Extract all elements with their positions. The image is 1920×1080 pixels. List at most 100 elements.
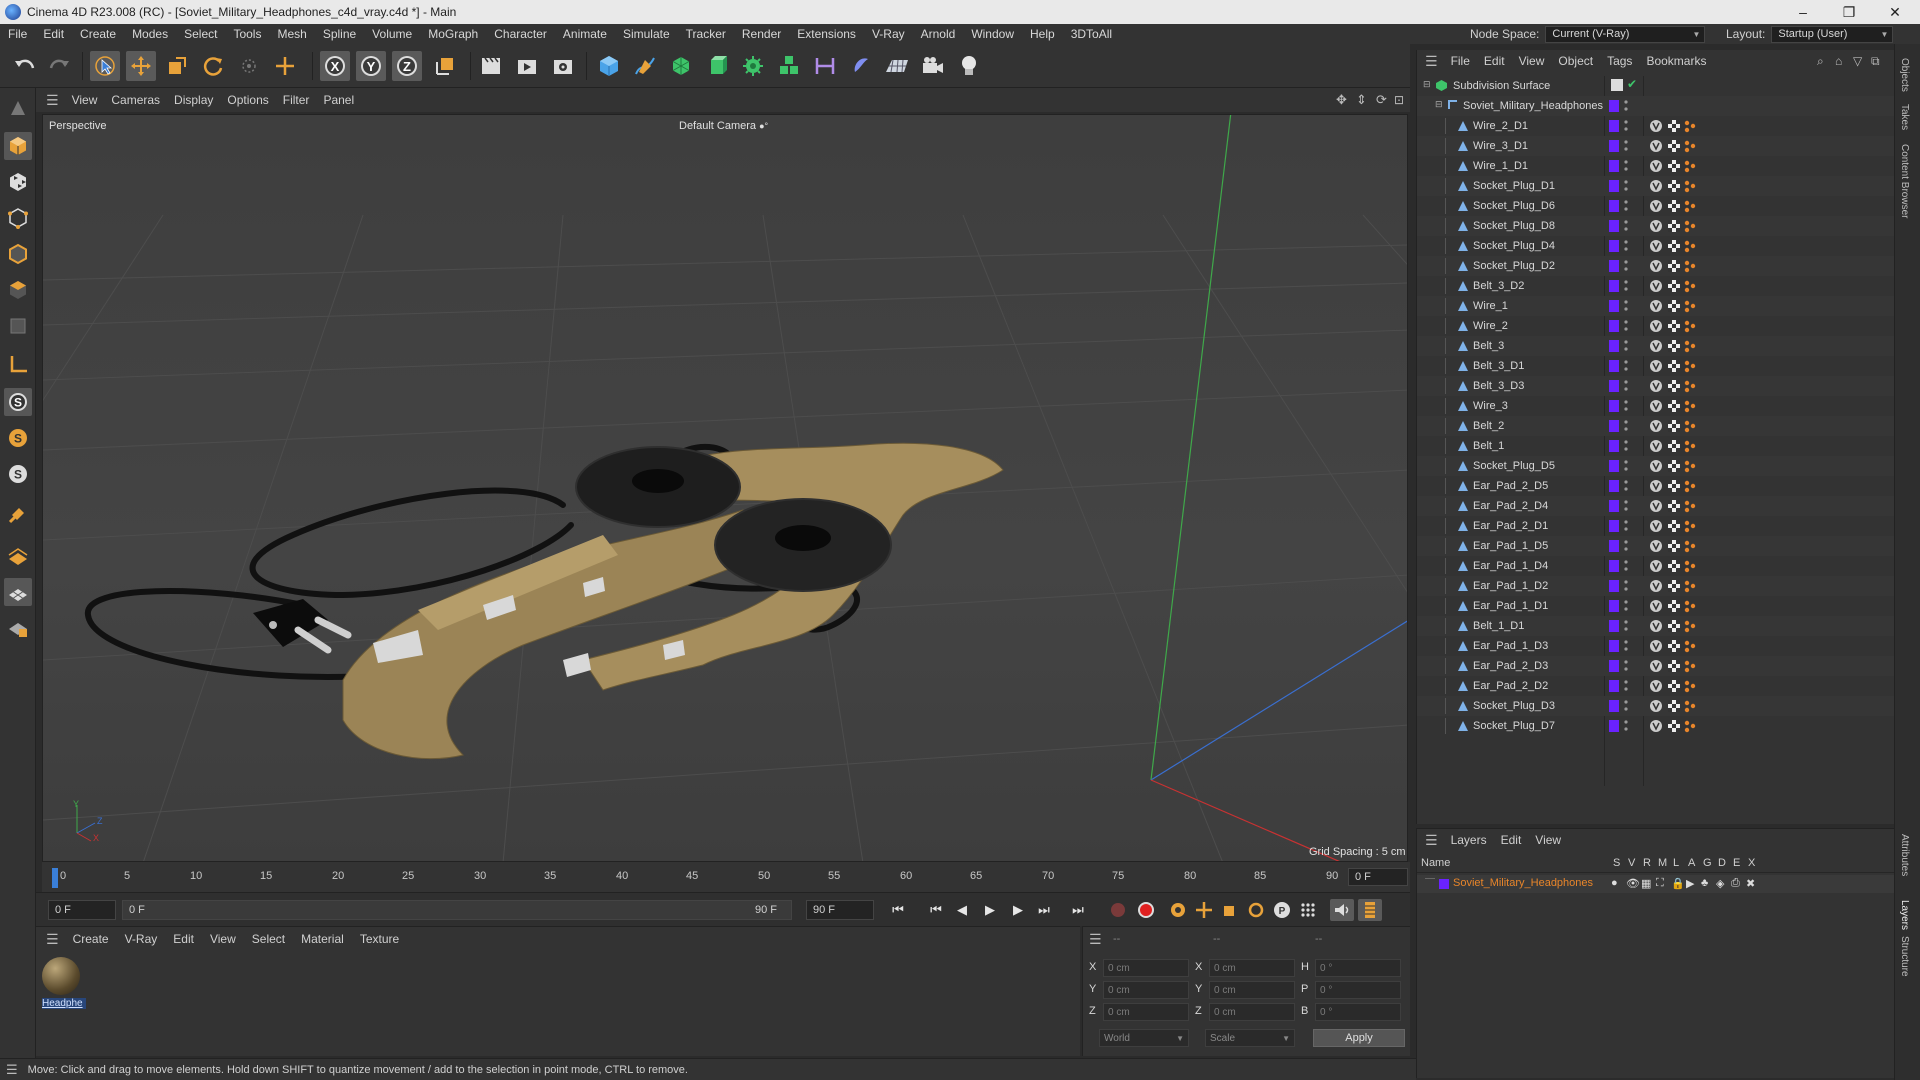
coords-menu-icon[interactable]: ☰ [1089,931,1102,948]
viewport-rotate-icon[interactable]: ⟳ [1376,92,1387,108]
maximize-button[interactable]: ❐ [1826,0,1872,24]
vray-tag-icon[interactable] [1649,379,1663,393]
light-button[interactable] [954,51,984,81]
mograph-button[interactable] [774,51,804,81]
extrude-generator-button[interactable] [702,51,732,81]
material-menu-icon[interactable]: ☰ [46,931,59,948]
texture-tag-icon[interactable] [1667,699,1681,713]
visibility-dots[interactable] [1624,279,1628,293]
size-z-field[interactable]: 0 cm [1209,1003,1295,1021]
vray-tag-icon[interactable] [1649,419,1663,433]
vray-tag-icon[interactable] [1649,339,1663,353]
visibility-dots[interactable] [1624,239,1628,253]
vray-tag-icon[interactable] [1649,639,1663,653]
phong-tag-icon[interactable] [1683,339,1697,353]
visibility-dots[interactable] [1624,519,1628,533]
key-rotation-button[interactable] [1244,899,1268,921]
current-frame-field[interactable]: 0 F [1348,868,1408,886]
phong-tag-icon[interactable] [1683,679,1697,693]
layer-menu-edit[interactable]: Edit [1494,833,1529,847]
object-row[interactable]: Socket_Plug_D2 [1417,256,1895,276]
menu-window[interactable]: Window [963,27,1022,41]
timeline-layout-button[interactable] [1358,899,1382,921]
texture-tag-icon[interactable] [1667,219,1681,233]
menu-mograph[interactable]: MoGraph [420,27,486,41]
3d-viewport[interactable]: Perspective Default Camera ●° Grid Spaci… [42,114,1408,862]
record-key-button[interactable] [1106,899,1130,921]
object-list[interactable]: ⊟ Subdivision Surface ✔ ⊟ Soviet_Military_He… [1417,76,1895,786]
object-menu-view[interactable]: View [1512,54,1552,68]
visibility-dots[interactable] [1624,259,1628,273]
texture-tag-icon[interactable] [1667,399,1681,413]
object-row[interactable]: Socket_Plug_D1 [1417,176,1895,196]
go-to-start-button[interactable]: ⏮ [886,899,910,921]
model-mode-button[interactable] [4,132,32,160]
texture-tag-icon[interactable] [1667,539,1681,553]
menu-character[interactable]: Character [486,27,555,41]
axis-mode-button[interactable] [4,350,32,378]
key-pla-button[interactable] [1296,899,1320,921]
object-row[interactable]: Socket_Plug_D7 [1417,716,1895,736]
points-mode-button[interactable] [4,204,32,232]
visibility-dots[interactable] [1624,699,1628,713]
key-position-button[interactable] [1192,899,1216,921]
texture-tag-icon[interactable] [1667,639,1681,653]
visible-icon[interactable]: 👁 [1626,877,1640,890]
lock-icon[interactable]: 🔒 [1671,877,1685,890]
object-row[interactable]: Belt_1_D1 [1417,616,1895,636]
viewport-menu-panel[interactable]: Panel [316,93,361,107]
phong-tag-icon[interactable] [1683,659,1697,673]
vray-tag-icon[interactable] [1649,459,1663,473]
snap-button[interactable]: S [4,388,32,416]
scale-tool-button[interactable] [162,51,192,81]
render-settings-button[interactable] [548,51,578,81]
size-x-field[interactable]: 0 cm [1209,959,1295,977]
phong-tag-icon[interactable] [1683,359,1697,373]
material-menu-material[interactable]: Material [293,932,352,946]
layer-row[interactable]: Soviet_Military_Headphones ● 👁 ▦ ⛶ 🔒 ▶ ♣ ◈ ⎙ ✖ [1417,875,1895,893]
end-frame-field[interactable]: 90 F [806,900,874,920]
visibility-dots[interactable] [1624,139,1628,153]
rot-b-field[interactable]: 0 ° [1315,1003,1401,1021]
object-row[interactable]: Socket_Plug_D6 [1417,196,1895,216]
texture-tag-icon[interactable] [1667,339,1681,353]
object-row[interactable]: Belt_2 [1417,416,1895,436]
vray-tag-icon[interactable] [1649,539,1663,553]
rotate-tool-button[interactable] [198,51,228,81]
menu-select[interactable]: Select [176,27,225,41]
viewport-menu-cameras[interactable]: Cameras [104,93,167,107]
next-key-button[interactable]: ⏭ [1032,899,1056,921]
object-row[interactable]: Ear_Pad_1_D1 [1417,596,1895,616]
search-icon[interactable]: ⌕ [1817,54,1824,69]
render-picture-viewer-button[interactable] [512,51,542,81]
viewport-menu-display[interactable]: Display [167,93,220,107]
tab-attributes[interactable]: Attributes [1899,834,1910,876]
phong-tag-icon[interactable] [1683,519,1697,533]
collapse-toggle-icon[interactable]: ⊟ [1435,99,1443,110]
object-menu-object[interactable]: Object [1551,54,1600,68]
pos-y-field[interactable]: 0 cm [1103,981,1189,999]
menu-animate[interactable]: Animate [555,27,615,41]
object-row[interactable]: Ear_Pad_2_D1 [1417,516,1895,536]
grid-snap-button[interactable] [4,578,32,606]
viewport-dolly-icon[interactable]: ⇕ [1356,92,1367,108]
object-row[interactable]: Wire_3 [1417,396,1895,416]
texture-tag-icon[interactable] [1667,239,1681,253]
vray-tag-icon[interactable] [1649,359,1663,373]
texture-tag-icon[interactable] [1667,199,1681,213]
z-axis-lock-button[interactable]: Z [392,51,422,81]
camera-button[interactable] [918,51,948,81]
generators-icon[interactable]: ♣ [1701,877,1708,889]
menu-vray[interactable]: V-Ray [864,27,913,41]
object-row[interactable]: Ear_Pad_2_D3 [1417,656,1895,676]
solo-icon[interactable]: ● [1611,877,1618,889]
coordinate-system-button[interactable] [430,51,460,81]
menu-edit[interactable]: Edit [35,27,72,41]
texture-tag-icon[interactable] [1667,479,1681,493]
menu-tools[interactable]: Tools [225,27,269,41]
layer-menu-view[interactable]: View [1528,833,1568,847]
visibility-dots[interactable] [1624,319,1628,333]
rot-h-field[interactable]: 0 ° [1315,959,1401,977]
frame-range-slider[interactable]: 0 F 90 F [122,900,792,920]
object-row[interactable]: Ear_Pad_1_D5 [1417,536,1895,556]
